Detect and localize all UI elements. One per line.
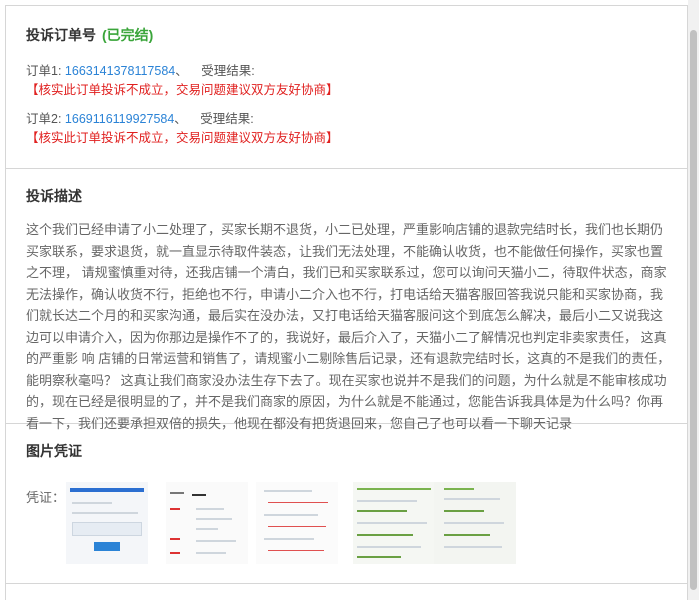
description-text: 这个我们已经申请了小二处理了，买家长期不退货，小二已处理，严重影响店铺的退款完结… (26, 222, 671, 431)
order-label: 订单2: (26, 112, 62, 126)
evidence-image-2[interactable] (166, 482, 248, 564)
complaint-order-section: 投诉订单号 (已完结) 订单1: 1663141378117584、 受理结果: … (6, 6, 687, 169)
complaint-order-title: 投诉订单号 (已完结) (26, 25, 153, 45)
order-number-link[interactable]: 1669116119927584 (65, 112, 174, 126)
evidence-image-1[interactable] (66, 482, 148, 564)
evidence-image-4[interactable] (353, 482, 435, 564)
scrollbar-thumb[interactable] (690, 30, 697, 590)
evidence-label: 凭证： (26, 490, 66, 505)
vertical-scrollbar[interactable] (688, 0, 699, 600)
order-row-2: 订单2: 1669116119927584、 受理结果: (26, 108, 254, 127)
result-label: 受理结果: (200, 112, 254, 126)
complaint-description-section: 投诉描述 这个我们已经申请了小二处理了，买家长期不退货，小二已处理，严重影响店铺… (6, 169, 687, 431)
order-verdict-1: 【核实此订单投诉不成立，交易问题建议双方友好协商】 (26, 83, 339, 97)
order-label: 订单1: (26, 64, 62, 78)
evidence-image-5[interactable] (434, 482, 516, 564)
order-separator: 、 (175, 64, 188, 78)
result-label: 受理结果: (201, 64, 255, 78)
evidence-title: 图片凭证 (26, 443, 82, 459)
evidence-section: 图片凭证 凭证： (6, 424, 687, 584)
order-verdict-2: 【核实此订单投诉不成立，交易问题建议双方友好协商】 (26, 131, 339, 145)
order-row-1: 订单1: 1663141378117584、 受理结果: (26, 60, 255, 79)
complaint-panel: 投诉订单号 (已完结) 订单1: 1663141378117584、 受理结果: … (5, 5, 688, 600)
complaint-order-heading: 投诉订单号 (26, 27, 96, 43)
order-separator: 、 (174, 112, 187, 126)
order-number-link[interactable]: 1663141378117584 (65, 64, 175, 78)
evidence-image-3[interactable] (256, 482, 338, 564)
complaint-status-badge: (已完结) (102, 27, 154, 43)
description-title: 投诉描述 (26, 188, 82, 204)
